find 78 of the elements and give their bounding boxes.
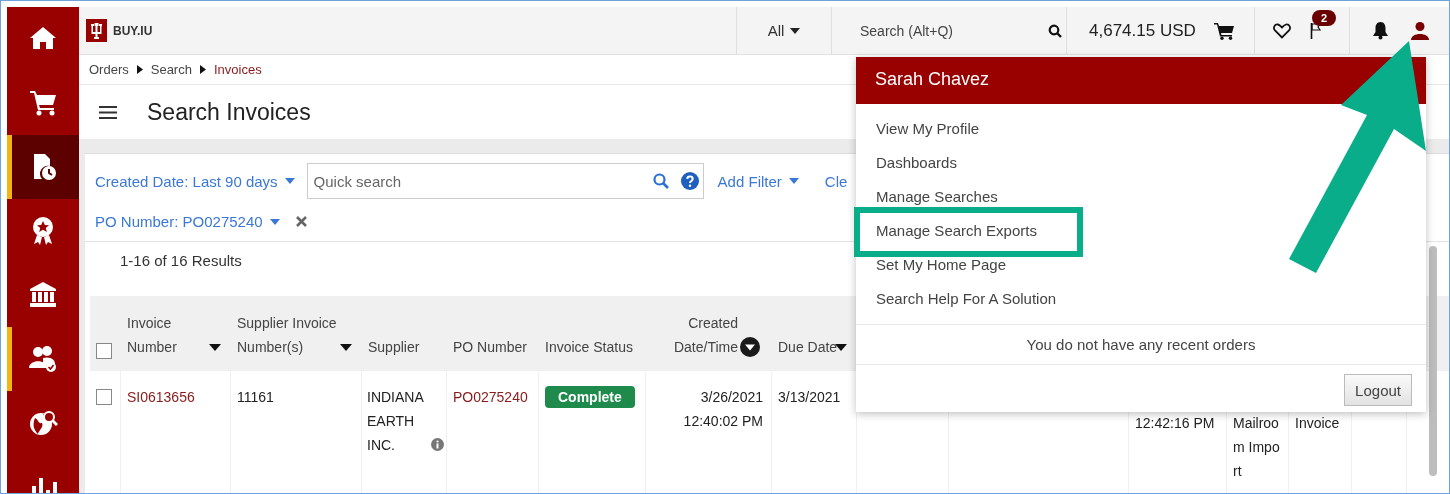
- menu-icon: [99, 105, 117, 119]
- table-cell-text: INDIANA EARTH INC.: [367, 388, 425, 455]
- checkbox[interactable]: [96, 389, 112, 405]
- table-cell-text: Mailroom Import: [1233, 414, 1281, 481]
- trident-logo-icon: [86, 19, 107, 42]
- heart-icon: [1273, 22, 1291, 39]
- users-icon: [28, 344, 58, 374]
- menu-item[interactable]: Dashboards: [876, 153, 957, 173]
- cart-icon: [1213, 21, 1234, 40]
- user-button[interactable]: [1411, 21, 1429, 40]
- invoice-link[interactable]: SI0613656: [127, 389, 195, 405]
- caret-icon: [269, 218, 280, 225]
- column-header[interactable]: Invoice Status: [545, 335, 633, 359]
- table-cell-text: 3/13/2021: [778, 388, 841, 407]
- caret-icon: [790, 27, 801, 34]
- menu-item[interactable]: Manage Searches: [876, 187, 998, 207]
- bank-icon: [28, 280, 58, 310]
- status-badge: Complete: [545, 386, 635, 408]
- menu-item[interactable]: Manage Search Exports: [876, 221, 1037, 241]
- quick-search-field[interactable]: Quick search: [306, 163, 704, 199]
- search-icon: [1048, 23, 1062, 38]
- bell-icon: [1372, 21, 1389, 40]
- search-icon: [652, 173, 669, 189]
- cart-icon: [28, 88, 58, 118]
- chevron-icon: [199, 65, 206, 74]
- cart-button[interactable]: [1213, 21, 1234, 40]
- sort-caret-icon: [340, 344, 352, 351]
- help-button[interactable]: [680, 172, 699, 190]
- scrollbar[interactable]: [1429, 246, 1437, 476]
- po-filter-button[interactable]: PO Number: PO0275240: [95, 213, 280, 230]
- close-icon: [295, 216, 307, 227]
- invoice-link[interactable]: PO0275240: [453, 389, 528, 405]
- table-cell-text: 11161: [237, 388, 274, 407]
- table-cell-text: 3/26/2021 12:40:02 PM: [682, 388, 763, 431]
- column-header[interactable]: Supplier Invoice Number(s): [237, 311, 354, 359]
- breadcrumb-link[interactable]: Search: [150, 62, 192, 77]
- column-header[interactable]: Created Date/Time: [652, 311, 738, 359]
- breadcrumb-link[interactable]: Invoices: [213, 62, 262, 77]
- column-header[interactable]: Due Date: [778, 335, 838, 359]
- search-field[interactable]: Search (Alt+Q): [858, 21, 1018, 40]
- logout-button[interactable]: Logout: [1344, 374, 1412, 406]
- cart-total: 4,674.15 USD: [1089, 20, 1196, 41]
- sidebar-item[interactable]: [7, 135, 79, 199]
- logo-text: BUY.IU: [113, 23, 153, 38]
- date-filter-button[interactable]: Created Date: Last 90 days: [95, 172, 295, 190]
- alerts-button[interactable]: [1372, 21, 1389, 40]
- favorites-button[interactable]: [1273, 22, 1291, 39]
- user-icon: [1411, 21, 1429, 40]
- menu-item[interactable]: View My Profile: [876, 119, 980, 139]
- sort-caret-icon: [209, 344, 221, 351]
- chevron-icon: [136, 65, 143, 74]
- menu-item[interactable]: Search Help For A Solution: [876, 289, 1057, 309]
- sort-caret-icon: [835, 344, 847, 351]
- add-filter-button[interactable]: Add Filter: [717, 172, 799, 190]
- clear-link[interactable]: Cle: [824, 172, 848, 190]
- table-cell-text: 12:42:16 PM: [1135, 414, 1215, 433]
- menu-item[interactable]: Set My Home Page: [876, 255, 1007, 275]
- menu-header: Sarah Chavez: [856, 57, 1426, 104]
- info-icon: [431, 438, 444, 451]
- checkbox[interactable]: [96, 343, 112, 359]
- recent-orders-note: You do not have any recent orders: [856, 325, 1426, 365]
- scope-dropdown[interactable]: All: [736, 7, 831, 54]
- results-count: 1-16 of 16 Results: [120, 252, 242, 269]
- menu-button[interactable]: [99, 105, 117, 119]
- column-header[interactable]: Supplier: [368, 335, 420, 359]
- caret-icon: [284, 178, 295, 184]
- search-button[interactable]: [1048, 23, 1062, 38]
- page-title: Search Invoices: [147, 98, 311, 126]
- globe-search-icon: [28, 408, 58, 438]
- help-icon: [680, 172, 699, 190]
- count-badge: 2: [1312, 9, 1337, 26]
- caret-icon: [788, 178, 799, 184]
- column-header[interactable]: PO Number: [453, 335, 527, 359]
- sort-down-icon: [740, 337, 760, 357]
- table-cell-text: Invoice: [1295, 414, 1340, 433]
- column-header[interactable]: Invoice Number: [127, 311, 223, 359]
- breadcrumb-link[interactable]: Orders: [89, 62, 129, 77]
- remove-filter-button[interactable]: [295, 216, 307, 227]
